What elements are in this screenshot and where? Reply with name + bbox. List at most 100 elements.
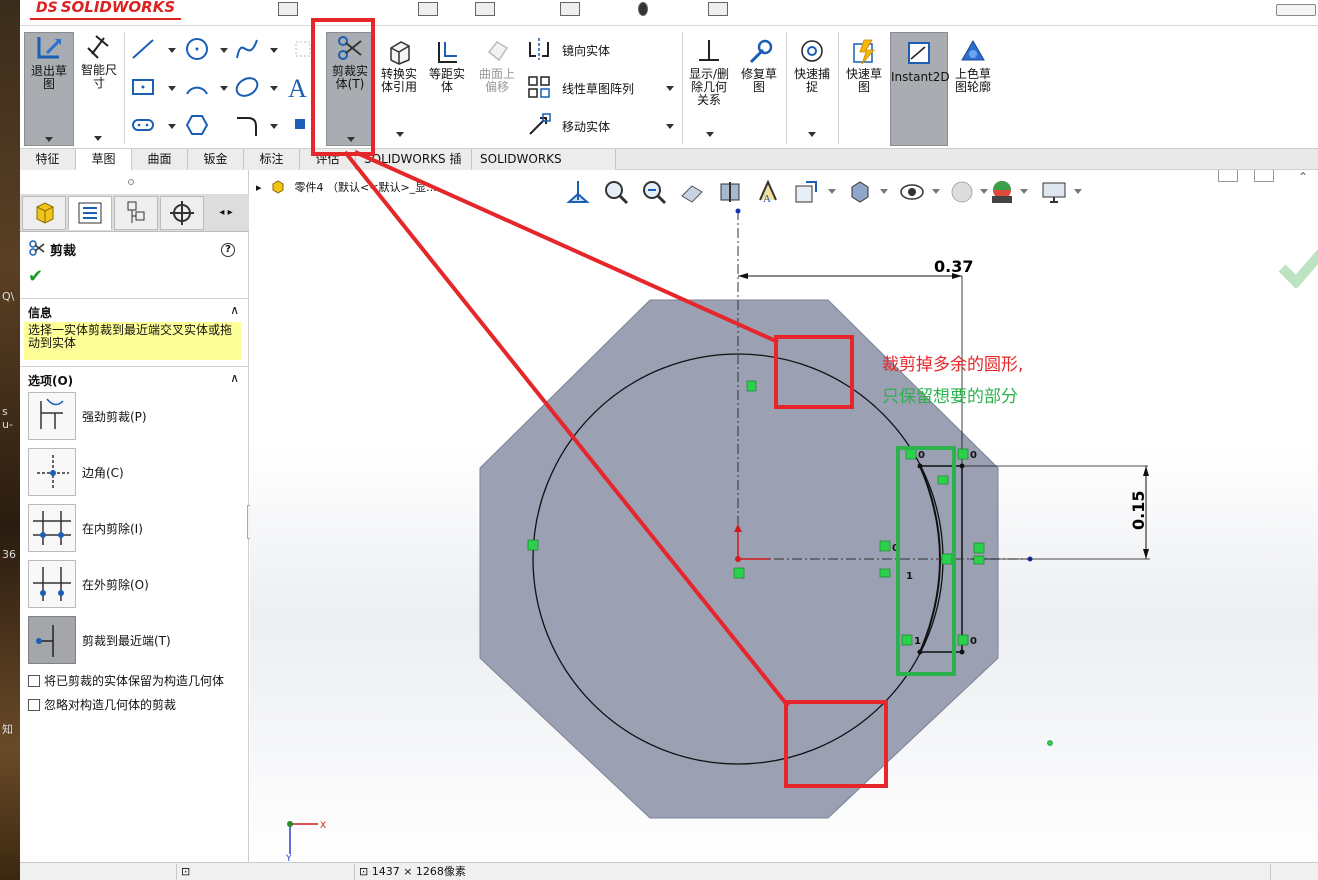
- chevron-down-icon[interactable]: [168, 48, 176, 53]
- move-entities-icon[interactable]: [526, 112, 552, 138]
- home-icon[interactable]: [278, 2, 298, 16]
- chevron-down-icon[interactable]: [808, 132, 816, 137]
- linear-pattern-icon[interactable]: [526, 74, 552, 100]
- chevron-down-icon[interactable]: [347, 137, 355, 142]
- line-icon[interactable]: [130, 36, 156, 62]
- offset-entities-button[interactable]: 等距实 体: [424, 38, 470, 94]
- ellipse-icon[interactable]: [234, 74, 260, 100]
- relation-marker[interactable]: [957, 634, 969, 646]
- relation-marker[interactable]: [973, 555, 985, 565]
- selection-icon[interactable]: ⊡: [176, 864, 194, 880]
- spline-icon[interactable]: [234, 36, 260, 62]
- sketch-point[interactable]: [1047, 740, 1053, 746]
- convert-entities-button[interactable]: 转换实 体引用: [376, 38, 422, 94]
- tab-solidworks-inspection[interactable]: SOLIDWORKS Inspection: [472, 149, 616, 186]
- info-section-header[interactable]: 信息 ∧: [20, 298, 249, 320]
- options-section-header[interactable]: 选项(O) ∧: [20, 366, 249, 388]
- smart-dimension-button[interactable]: 智能尺 寸: [76, 32, 122, 146]
- rectangle-icon[interactable]: [130, 74, 156, 100]
- circle-icon[interactable]: [184, 36, 210, 62]
- relation-marker[interactable]: [973, 542, 985, 554]
- plane-icon[interactable]: [294, 118, 306, 130]
- dimension-horizontal[interactable]: 0.37: [934, 257, 973, 276]
- option-power-trim[interactable]: 强劲剪裁(P): [28, 392, 238, 440]
- chevron-down-icon[interactable]: [666, 86, 674, 91]
- construction-geometry-icon[interactable]: [290, 36, 316, 62]
- chevron-down-icon[interactable]: [168, 124, 176, 129]
- chevron-down-icon[interactable]: [270, 124, 278, 129]
- rapid-sketch-button[interactable]: 快速草 图: [842, 38, 886, 94]
- ignore-construction-checkbox[interactable]: 忽略对构造几何体的剪裁: [28, 696, 176, 713]
- sketch-origin[interactable]: [735, 556, 741, 562]
- instant2d-button[interactable]: Instant2D: [890, 32, 950, 146]
- option-trim-away-outside[interactable]: 在外剪除(O): [28, 560, 238, 608]
- tab-surfaces[interactable]: 曲面: [132, 149, 188, 170]
- solidworks-logo[interactable]: DS SOLIDWORKS: [30, 0, 182, 20]
- property-manager-tab[interactable]: [68, 196, 112, 230]
- tab-features[interactable]: 特征: [20, 149, 76, 170]
- chevron-down-icon[interactable]: [396, 132, 404, 137]
- move-entities-button[interactable]: 移动实体: [562, 118, 610, 135]
- checkbox-box[interactable]: [28, 699, 40, 711]
- panel-grip[interactable]: [128, 179, 134, 185]
- chevron-down-icon[interactable]: [45, 137, 53, 142]
- linear-pattern-button[interactable]: 线性草图阵列: [562, 80, 634, 97]
- graphics-area[interactable]: ▸ 零件4 （默认<<默认>_显... A ⌃ 0.37 0.15 0 0 0 …: [250, 170, 1318, 862]
- relation-marker[interactable]: [879, 540, 891, 552]
- exit-sketch-button[interactable]: 退出草 图: [24, 32, 74, 146]
- chevron-down-icon[interactable]: [220, 48, 228, 53]
- mirror-entities-button[interactable]: 镜向实体: [562, 42, 610, 59]
- print-icon[interactable]: [418, 2, 438, 16]
- chevron-down-icon[interactable]: [270, 86, 278, 91]
- relation-marker[interactable]: [879, 568, 891, 578]
- chevron-down-icon[interactable]: [666, 124, 674, 129]
- ok-checkmark-icon[interactable]: ✔: [28, 266, 43, 287]
- trim-entities-button[interactable]: 剪裁实 体(T): [326, 32, 374, 146]
- chevron-down-icon[interactable]: [270, 48, 278, 53]
- keep-trimmed-construction-checkbox[interactable]: 将已剪裁的实体保留为构造几何体: [28, 672, 224, 689]
- tab-sketch[interactable]: 草图: [76, 149, 132, 170]
- text-icon[interactable]: A: [286, 74, 312, 100]
- chevron-down-icon[interactable]: [220, 86, 228, 91]
- option-corner[interactable]: 边角(C): [28, 448, 238, 496]
- mirror-entities-icon[interactable]: [526, 36, 552, 62]
- chevron-up-icon[interactable]: ∧: [230, 371, 239, 385]
- relation-marker[interactable]: [901, 634, 913, 646]
- chevron-down-icon[interactable]: [168, 86, 176, 91]
- title-scroll-handle[interactable]: [1276, 4, 1316, 16]
- slot-icon[interactable]: [130, 112, 156, 138]
- tab-scroll-arrows[interactable]: ◂ ▸: [206, 196, 246, 230]
- tab-markup[interactable]: 标注: [244, 149, 300, 170]
- tab-solidworks-addins[interactable]: SOLIDWORKS 插件: [356, 149, 472, 186]
- chevron-down-icon[interactable]: [94, 136, 102, 141]
- display-delete-relations-button[interactable]: 显示/删 除几何 关系: [686, 38, 732, 107]
- select-icon[interactable]: [560, 2, 580, 16]
- sketch-canvas[interactable]: 0.37 0.15 0 0 0 1 0 1 裁剪掉多余的圆形, 只保留想要的部分…: [250, 170, 1318, 862]
- relation-marker[interactable]: [941, 553, 953, 565]
- relation-marker[interactable]: [905, 448, 917, 460]
- quick-snaps-button[interactable]: 快速捕 捉: [790, 38, 834, 94]
- tab-evaluate[interactable]: 评估: [300, 149, 356, 170]
- chevron-down-icon[interactable]: [706, 132, 714, 137]
- centerline-endpoint[interactable]: [735, 208, 741, 214]
- option-trim-away-inside[interactable]: 在内剪除(I): [28, 504, 238, 552]
- relation-marker[interactable]: [746, 380, 757, 392]
- configuration-manager-tab[interactable]: [114, 196, 158, 230]
- polygon-icon[interactable]: [184, 112, 210, 138]
- relation-marker[interactable]: [733, 567, 745, 579]
- relation-marker[interactable]: [937, 475, 949, 485]
- feature-manager-tab[interactable]: [22, 196, 66, 230]
- relation-marker[interactable]: [527, 539, 539, 551]
- help-icon[interactable]: ?: [221, 243, 235, 257]
- dimension-vertical[interactable]: 0.15: [1129, 491, 1148, 530]
- undo-icon[interactable]: [475, 2, 495, 16]
- chevron-up-icon[interactable]: ∧: [230, 303, 239, 317]
- relation-marker[interactable]: [957, 448, 969, 460]
- option-trim-to-closest[interactable]: 剪裁到最近端(T): [28, 616, 238, 664]
- rebuild-icon[interactable]: [638, 2, 648, 16]
- dimxpert-tab[interactable]: [160, 196, 204, 230]
- fillet-icon[interactable]: [234, 112, 260, 138]
- arc-icon[interactable]: [184, 74, 210, 100]
- shaded-sketch-contours-button[interactable]: 上色草 图轮廓: [950, 38, 996, 94]
- checkbox-box[interactable]: [28, 675, 40, 687]
